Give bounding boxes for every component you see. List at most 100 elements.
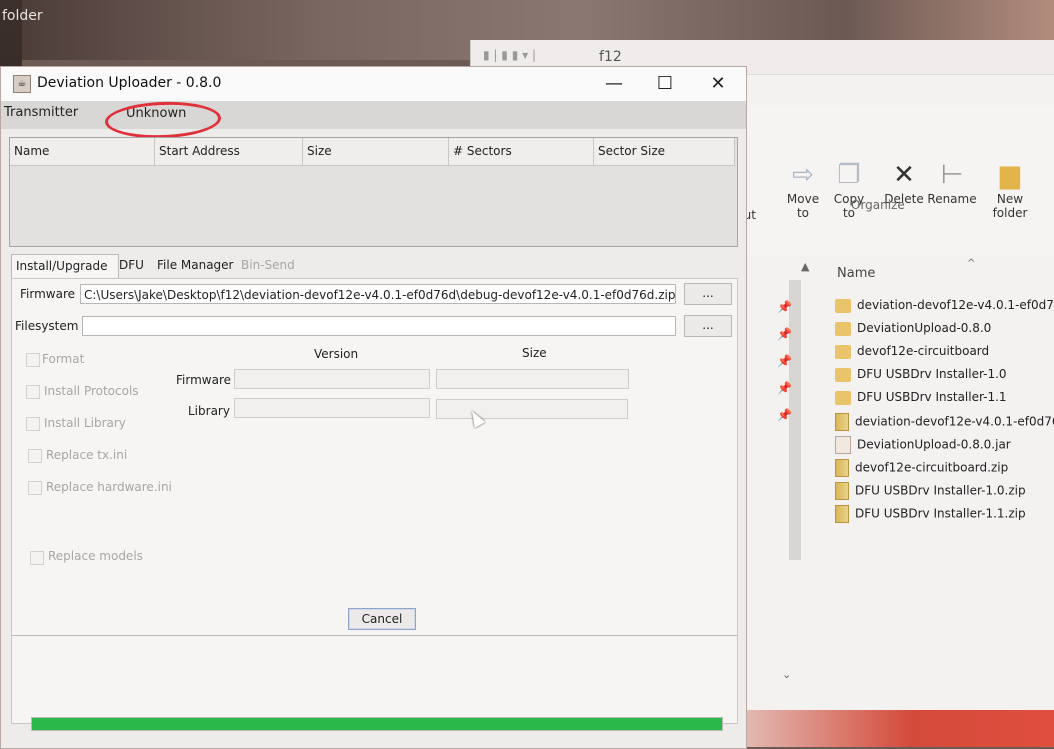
- rename-button[interactable]: ⊢ Rename: [927, 160, 977, 206]
- scroll-up-icon[interactable]: ▲: [801, 260, 809, 273]
- filesystem-path-field[interactable]: [82, 316, 676, 336]
- firmware-browse-button[interactable]: ...: [684, 283, 732, 305]
- scroll-down-icon[interactable]: ⌄: [782, 668, 791, 681]
- format-checkbox[interactable]: [26, 353, 40, 367]
- list-item[interactable]: deviation-devof12e-v4.0.1-ef0d76d: [835, 298, 1054, 313]
- replace-tx-label: Replace tx.ini: [46, 448, 128, 462]
- new-folder-label: New folder: [992, 192, 1028, 220]
- file-name: DFU USBDrv Installer-1.0: [857, 367, 1007, 381]
- tab-install-upgrade[interactable]: Install/Upgrade: [11, 254, 119, 279]
- dialog-titlebar[interactable]: ☕ Deviation Uploader - 0.8.0 — ☐ ✕: [1, 67, 746, 101]
- file-name: devof12e-circuitboard.zip: [855, 460, 1009, 475]
- version-header: Version: [314, 347, 359, 361]
- zip-icon: [835, 413, 849, 431]
- zip-icon: [835, 482, 849, 500]
- list-item[interactable]: DeviationUpload-0.8.0.jar: [835, 436, 1011, 454]
- install-library-label: Install Library: [44, 416, 126, 430]
- folder-icon: [835, 367, 851, 382]
- replace-tx-checkbox[interactable]: [28, 449, 42, 463]
- close-button[interactable]: ✕: [695, 71, 741, 97]
- desktop-folder-label: folder: [2, 8, 43, 24]
- file-name: devof12e-circuitboard: [857, 344, 990, 358]
- organize-group-label: Organize: [851, 198, 905, 212]
- delete-icon: ✕: [893, 160, 915, 190]
- list-item[interactable]: DeviationUpload-0.8.0: [835, 321, 991, 336]
- file-name: deviation-devof12e-v4.0.1-ef0d76d: [857, 298, 1054, 312]
- install-upgrade-panel: Firmware C:\Users\Jake\Desktop\f12\devia…: [11, 278, 738, 724]
- firmware-version-field: [234, 369, 430, 389]
- list-item[interactable]: DFU USBDrv Installer-1.0.zip: [835, 482, 1026, 500]
- list-item[interactable]: deviation-devof12e-v4.0.1-ef0d76d.zip: [835, 413, 1054, 431]
- folder-icon: [835, 390, 851, 405]
- library-row-label: Library: [188, 404, 230, 418]
- install-protocols-label: Install Protocols: [44, 384, 139, 398]
- rename-icon: ⊢: [940, 160, 964, 190]
- replace-hardware-label: Replace hardware.ini: [46, 480, 172, 494]
- file-name: DeviationUpload-0.8.0.jar: [857, 437, 1011, 452]
- name-column-header[interactable]: Name: [837, 266, 875, 281]
- format-label: Format: [42, 352, 85, 366]
- tab-bin-send[interactable]: Bin-Send: [237, 254, 299, 278]
- copy-to-icon: ❐: [837, 160, 861, 190]
- library-version-field: [234, 398, 430, 418]
- cancel-button[interactable]: Cancel: [348, 608, 416, 630]
- pin-icon[interactable]: 📌: [777, 381, 792, 395]
- pin-icon[interactable]: 📌: [777, 408, 792, 422]
- firmware-size-field: [436, 369, 629, 389]
- firmware-path-field[interactable]: C:\Users\Jake\Desktop\f12\deviation-devo…: [80, 284, 676, 304]
- library-size-field: [436, 399, 628, 419]
- list-item[interactable]: DFU USBDrv Installer-1.1.zip: [835, 505, 1026, 523]
- move-to-label: Move to: [786, 192, 820, 220]
- sort-arrow-icon: ^: [967, 258, 976, 269]
- column-header-size[interactable]: Size: [303, 138, 449, 166]
- quick-access-icons: ▮ | ▮ ▮ ▾ |: [483, 48, 536, 62]
- zip-icon: [835, 459, 849, 477]
- replace-models-label: Replace models: [48, 549, 143, 563]
- list-item[interactable]: DFU USBDrv Installer-1.0: [835, 367, 1007, 382]
- column-header-sector-size[interactable]: Sector Size: [594, 138, 735, 166]
- install-protocols-checkbox[interactable]: [26, 385, 40, 399]
- tab-bar: Install/Upgrade DFU File Manager Bin-Sen…: [11, 254, 736, 279]
- java-app-icon: ☕: [13, 75, 31, 93]
- list-item[interactable]: devof12e-circuitboard.zip: [835, 459, 1008, 477]
- tab-file-manager[interactable]: File Manager: [153, 254, 238, 278]
- replace-hardware-checkbox[interactable]: [28, 481, 42, 495]
- file-name: deviation-devof12e-v4.0.1-ef0d76d.zip: [855, 414, 1054, 429]
- progress-fill: [32, 718, 722, 730]
- dialog-title: Deviation Uploader - 0.8.0: [37, 75, 222, 91]
- transmitter-label: Transmitter: [4, 105, 79, 120]
- file-name: DFU USBDrv Installer-1.0.zip: [855, 483, 1026, 498]
- minimize-button[interactable]: —: [591, 71, 637, 97]
- file-list: Name ^ deviation-devof12e-v4.0.1-ef0d76d…: [827, 258, 1054, 706]
- tab-dfu[interactable]: DFU: [115, 254, 148, 278]
- jar-icon: [835, 436, 851, 454]
- maximize-button[interactable]: ☐: [642, 71, 688, 97]
- explorer-title: f12: [599, 49, 622, 65]
- list-item[interactable]: DFU USBDrv Installer-1.1: [835, 390, 1007, 405]
- pin-icon[interactable]: 📌: [777, 327, 792, 341]
- firmware-label: Firmware: [20, 287, 75, 301]
- move-to-icon: ⇨: [792, 160, 814, 190]
- column-header-start-address[interactable]: Start Address: [155, 138, 303, 166]
- pin-icon[interactable]: 📌: [777, 300, 792, 314]
- deviation-uploader-window: ☕ Deviation Uploader - 0.8.0 — ☐ ✕ Trans…: [0, 66, 747, 749]
- progress-bar: [31, 717, 723, 731]
- new-folder-button[interactable]: ▆ New folder: [986, 160, 1034, 220]
- list-item[interactable]: devof12e-circuitboard: [835, 344, 989, 359]
- move-to-button[interactable]: ⇨ Move to: [783, 160, 823, 220]
- folder-icon: [835, 344, 851, 359]
- rename-label: Rename: [927, 192, 977, 206]
- sector-table: Name Start Address Size # Sectors Sector…: [9, 137, 738, 247]
- file-name: DeviationUpload-0.8.0: [857, 321, 992, 335]
- pin-icon[interactable]: 📌: [777, 354, 792, 368]
- panel-separator: [12, 635, 737, 636]
- folder-icon: [835, 298, 851, 313]
- firmware-row-label: Firmware: [176, 373, 231, 387]
- new-folder-icon: ▆: [1000, 160, 1020, 190]
- filesystem-browse-button[interactable]: ...: [684, 315, 732, 337]
- column-header-name[interactable]: Name: [10, 138, 155, 166]
- install-library-checkbox[interactable]: [26, 417, 40, 431]
- column-header-sectors[interactable]: # Sectors: [449, 138, 594, 166]
- file-name: DFU USBDrv Installer-1.1: [857, 390, 1007, 404]
- replace-models-checkbox[interactable]: [30, 551, 44, 565]
